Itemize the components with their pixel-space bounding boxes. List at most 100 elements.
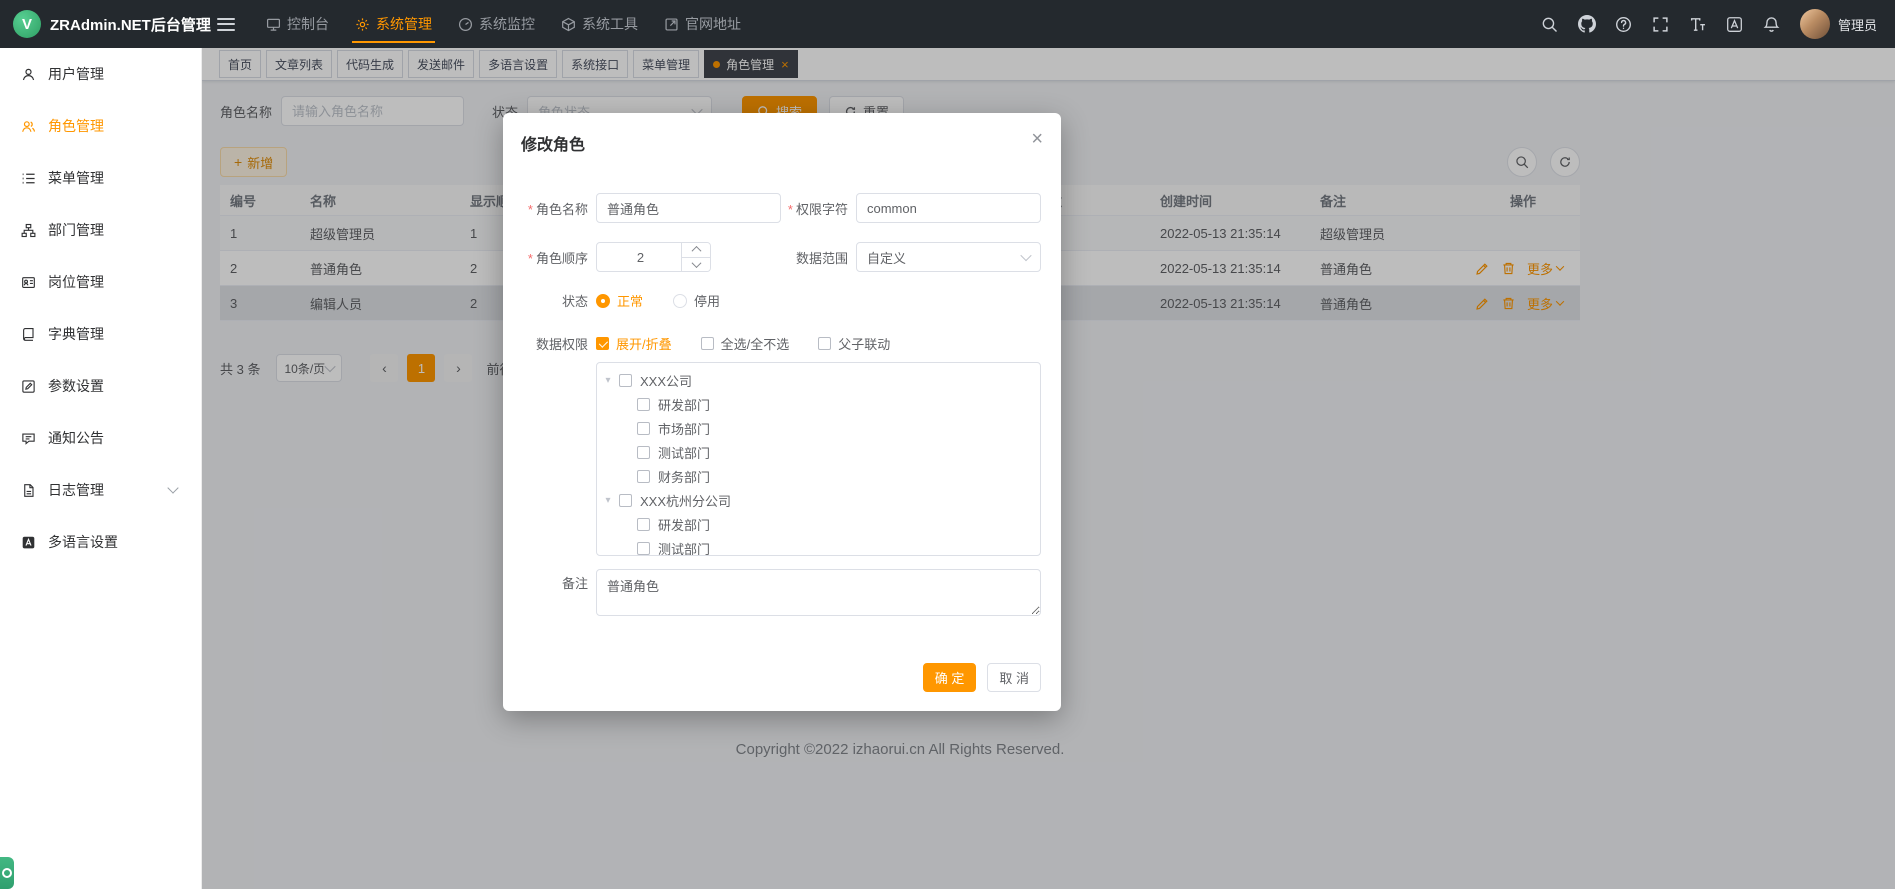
nav-item-system-monitor[interactable]: 系统监控 <box>445 0 548 48</box>
remark-field-label: 备注 <box>519 569 596 599</box>
github-icon[interactable] <box>1578 15 1596 33</box>
checkbox-checked-icon <box>596 337 609 350</box>
expand-collapse-checkbox[interactable]: 展开/折叠 <box>596 334 672 353</box>
sidebar-item-logs[interactable]: 日志管理 <box>0 464 201 516</box>
status-radio-disabled[interactable]: 停用 <box>673 291 720 310</box>
perm-char-field-label: *权限字符 <box>781 199 856 218</box>
role-name-field[interactable] <box>596 193 781 223</box>
sidebar-item-roles[interactable]: 角色管理 <box>0 100 201 152</box>
radio-checked-icon <box>596 294 610 308</box>
sidebar: 用户管理 角色管理 菜单管理 部门管理 岗位管理 字典管理 参数设置 通知公告 … <box>0 48 202 889</box>
gear-icon <box>2 868 12 878</box>
checkbox-icon[interactable] <box>637 518 650 531</box>
fullscreen-icon[interactable] <box>1652 15 1670 33</box>
checkbox-icon[interactable] <box>637 542 650 555</box>
nav-item-system-tools[interactable]: 系统工具 <box>548 0 651 48</box>
stepper-up-button[interactable] <box>682 243 710 257</box>
select-all-checkbox[interactable]: 全选/全不选 <box>701 334 790 353</box>
gear-icon <box>355 17 370 32</box>
tree-node[interactable]: 测试部门 <box>597 536 1040 556</box>
sidebar-item-label: 菜单管理 <box>48 168 104 188</box>
parent-child-link-checkbox[interactable]: 父子联动 <box>818 334 890 353</box>
required-asterisk: * <box>788 202 793 217</box>
nav-item-label: 系统管理 <box>376 14 432 34</box>
devtools-badge[interactable] <box>0 857 14 889</box>
sidebar-item-notices[interactable]: 通知公告 <box>0 412 201 464</box>
org-tree-icon <box>21 223 36 238</box>
perm-char-field[interactable] <box>856 193 1041 223</box>
dialog-title: 修改角色 <box>521 137 585 154</box>
data-scope-select[interactable]: 自定义 <box>856 242 1041 272</box>
tree-node[interactable]: ▾ XXX杭州分公司 <box>597 488 1040 512</box>
book-icon <box>21 327 36 342</box>
role-name-field-label: *角色名称 <box>519 199 596 218</box>
search-icon[interactable] <box>1541 15 1559 33</box>
language-icon[interactable] <box>1726 15 1744 33</box>
help-icon[interactable] <box>1615 15 1633 33</box>
tree-node[interactable]: 市场部门 <box>597 416 1040 440</box>
tree-node[interactable]: 研发部门 <box>597 512 1040 536</box>
checkbox-icon[interactable] <box>637 446 650 459</box>
tree-node-label: 市场部门 <box>658 419 710 438</box>
nav-item-console[interactable]: 控制台 <box>253 0 342 48</box>
roles-icon <box>21 119 36 134</box>
username: 管理员 <box>1838 15 1877 34</box>
top-nav: 控制台 系统管理 系统监控 系统工具 官网地址 <box>253 0 754 48</box>
checkbox-icon[interactable] <box>637 398 650 411</box>
nav-item-label: 系统工具 <box>582 14 638 34</box>
sidebar-item-posts[interactable]: 岗位管理 <box>0 256 201 308</box>
tree-node[interactable]: 测试部门 <box>597 440 1040 464</box>
sidebar-item-label: 用户管理 <box>48 64 104 84</box>
sidebar-item-i18n[interactable]: 多语言设置 <box>0 516 201 568</box>
sidebar-item-dictionary[interactable]: 字典管理 <box>0 308 201 360</box>
checkbox-icon[interactable] <box>637 422 650 435</box>
caret-down-icon[interactable]: ▾ <box>597 495 619 506</box>
data-perms-field-label: 数据权限 <box>519 334 596 353</box>
checkbox-label: 展开/折叠 <box>616 334 672 353</box>
confirm-button[interactable]: 确 定 <box>923 663 977 692</box>
toolbox-icon <box>561 17 576 32</box>
logo-icon: V <box>13 10 41 38</box>
close-icon[interactable]: × <box>1031 129 1043 149</box>
checkbox-icon[interactable] <box>637 470 650 483</box>
checkbox-icon[interactable] <box>619 374 632 387</box>
tree-node[interactable]: 研发部门 <box>597 392 1040 416</box>
edit-square-icon <box>21 379 36 394</box>
sidebar-item-label: 通知公告 <box>48 428 104 448</box>
console-icon <box>266 17 281 32</box>
tree-node[interactable]: ▾ XXX公司 <box>597 368 1040 392</box>
stepper-down-button[interactable] <box>682 257 710 272</box>
bell-icon[interactable] <box>1763 15 1781 33</box>
status-radio-normal[interactable]: 正常 <box>596 291 643 310</box>
tree-node[interactable]: 财务部门 <box>597 464 1040 488</box>
sidebar-item-label: 参数设置 <box>48 376 104 396</box>
data-scope-field-label: 数据范围 <box>781 248 856 267</box>
sidebar-item-parameters[interactable]: 参数设置 <box>0 360 201 412</box>
status-field-label: 状态 <box>519 291 596 310</box>
nav-item-label: 系统监控 <box>479 14 535 34</box>
role-order-stepper <box>596 242 711 272</box>
cancel-button[interactable]: 取 消 <box>987 663 1041 692</box>
user-icon <box>21 67 36 82</box>
sidebar-item-label: 日志管理 <box>48 480 104 500</box>
app-logo[interactable]: V ZRAdmin.NET后台管理 <box>0 10 202 38</box>
sidebar-item-label: 多语言设置 <box>48 532 118 552</box>
external-link-icon <box>664 17 679 32</box>
remark-textarea[interactable]: 普通角色 <box>596 569 1041 616</box>
required-asterisk: * <box>528 202 533 217</box>
hamburger-icon[interactable] <box>217 14 235 34</box>
nav-item-system-management[interactable]: 系统管理 <box>342 0 445 48</box>
sidebar-item-departments[interactable]: 部门管理 <box>0 204 201 256</box>
checkbox-icon[interactable] <box>619 494 632 507</box>
font-size-icon[interactable] <box>1689 15 1707 33</box>
tree-node-label: 测试部门 <box>658 443 710 462</box>
tree-node-label: XXX公司 <box>640 371 692 390</box>
radio-unchecked-icon <box>673 294 687 308</box>
user-menu[interactable]: 管理员 <box>1800 9 1877 39</box>
chat-bubble-icon <box>21 431 36 446</box>
document-icon <box>21 483 36 498</box>
sidebar-item-users[interactable]: 用户管理 <box>0 48 201 100</box>
caret-down-icon[interactable]: ▾ <box>597 375 619 386</box>
nav-item-official-site[interactable]: 官网地址 <box>651 0 754 48</box>
sidebar-item-menus[interactable]: 菜单管理 <box>0 152 201 204</box>
